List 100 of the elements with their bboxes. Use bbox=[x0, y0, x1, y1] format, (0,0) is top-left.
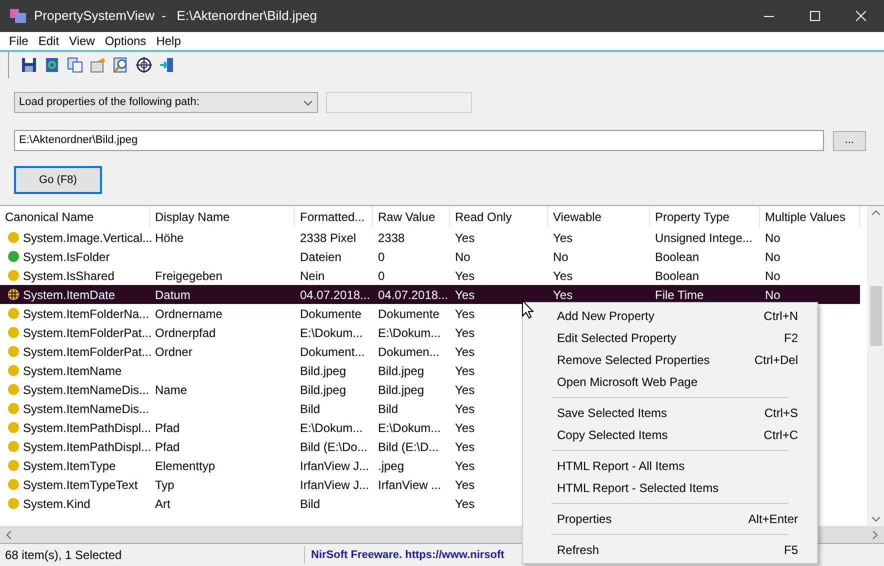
table-row[interactable]: System.IsFolder Dateien 0 No No Boolean No bbox=[0, 247, 860, 266]
path-field[interactable]: E:\Aktenordner\Bild.jpeg bbox=[14, 130, 824, 151]
scroll-thumb[interactable] bbox=[870, 286, 882, 346]
table-cell-text: Yes bbox=[455, 268, 475, 284]
table-cell-text: System.ItemType bbox=[23, 458, 116, 474]
column-header[interactable]: Multiple Values bbox=[760, 206, 860, 228]
table-cell-text: Bild (E:\Do... bbox=[300, 438, 368, 456]
column-header[interactable]: Property Type bbox=[650, 206, 760, 228]
maximize-icon bbox=[810, 11, 820, 21]
table-cell-text: System.ItemTypeText bbox=[23, 476, 138, 494]
scroll-right-icon bbox=[873, 530, 878, 538]
table-cell-text: No bbox=[765, 268, 780, 284]
shortcut-text: Ctrl+C bbox=[764, 427, 798, 444]
properties-icon[interactable] bbox=[90, 57, 106, 73]
table-cell-text: Yes bbox=[455, 438, 475, 456]
table-cell-text: Yes bbox=[455, 362, 475, 380]
table-row[interactable]: System.IsShared Freigegeben Nein 0 Yes Yes Boolean No bbox=[0, 266, 860, 285]
menu-item[interactable]: Edit bbox=[33, 32, 64, 50]
column-header[interactable]: Raw Value bbox=[373, 206, 450, 228]
table-cell-text: Bild.jpeg bbox=[378, 382, 424, 398]
table-cell-text: Pfad bbox=[155, 420, 180, 436]
table-cell-text: Yes bbox=[455, 306, 475, 322]
close-icon bbox=[856, 11, 866, 21]
save-icon[interactable] bbox=[21, 57, 37, 73]
browse-button[interactable]: ... bbox=[833, 130, 866, 150]
column-header[interactable]: Canonical Name bbox=[0, 206, 150, 228]
scroll-down-icon bbox=[872, 517, 880, 522]
table-cell-text: Yes bbox=[455, 286, 475, 304]
table-cell-text: Yes bbox=[553, 268, 573, 284]
menu-item[interactable]: Help bbox=[151, 32, 186, 50]
table-cell-text: Ordner bbox=[155, 344, 192, 360]
shortcut-text: F2 bbox=[784, 330, 798, 347]
table-cell-text: Yes bbox=[455, 324, 475, 342]
table-cell-text: System.ItemNameDis... bbox=[23, 382, 150, 398]
table-cell-text: Yes bbox=[455, 382, 475, 398]
website-link[interactable]: NirSoft Freeware. https://www.nirsoft bbox=[305, 546, 504, 564]
table-cell-text: E:\Dokum... bbox=[300, 420, 363, 436]
table-row[interactable]: System.ItemFolderNa... Ordnername Dokumente Dokumente Yes bbox=[0, 304, 548, 323]
table-cell-text: Yes bbox=[553, 230, 573, 246]
table-cell-text: Yes bbox=[455, 420, 475, 436]
table-cell-text: Bild bbox=[300, 400, 320, 418]
table-cell-text: E:\Dokum... bbox=[300, 324, 363, 342]
copy-icon[interactable] bbox=[67, 57, 83, 73]
table-cell-text: Ordnerpfad bbox=[155, 324, 216, 342]
table-cell-text: Bild.jpeg bbox=[300, 362, 346, 380]
table-cell-text: 0 bbox=[378, 268, 385, 284]
table-cell-text: .jpeg bbox=[378, 458, 404, 474]
refresh-icon[interactable] bbox=[44, 57, 60, 73]
table-cell-text: Dateien bbox=[300, 248, 342, 266]
column-header[interactable]: Formatted... bbox=[295, 206, 373, 228]
table-cell-text: System.IsShared bbox=[23, 268, 114, 284]
table-cell-text: System.ItemName bbox=[23, 362, 122, 380]
table-cell-text: No bbox=[765, 230, 780, 246]
door-icon[interactable] bbox=[159, 57, 175, 73]
table-cell-text: System.ItemPathDispl... bbox=[23, 438, 152, 456]
table-cell-text: System.Image.Vertical... bbox=[23, 230, 152, 246]
shortcut-text: F5 bbox=[784, 542, 798, 559]
shortcut-text: Alt+Enter bbox=[748, 511, 798, 528]
table-cell-text: System.ItemFolderPat... bbox=[23, 344, 152, 360]
table-cell-text: No bbox=[765, 248, 780, 266]
table-cell-text: Bild.jpeg bbox=[378, 362, 424, 380]
table-cell-text: IrfanView J... bbox=[300, 458, 370, 474]
scroll-up-icon bbox=[872, 210, 880, 215]
table-cell-text: File Time bbox=[655, 286, 704, 304]
search-icon[interactable] bbox=[113, 57, 129, 73]
crosshair-icon[interactable] bbox=[136, 57, 152, 73]
table-row[interactable]: System.ItemDate Datum 04.07.2018... 04.07.2018... Yes Yes File Time No bbox=[0, 285, 860, 304]
menu-item[interactable]: Refresh F5 bbox=[523, 539, 817, 561]
table-cell-text: Yes bbox=[455, 344, 475, 360]
table-cell-text: No bbox=[553, 248, 568, 266]
table-cell-text: 04.07.2018... bbox=[378, 286, 448, 304]
go-button[interactable]: Go (F8) bbox=[14, 166, 102, 194]
table-cell-text: Typ bbox=[155, 476, 174, 494]
table-cell-text: Dokumente bbox=[300, 306, 362, 322]
table-cell-text: Dokumen... bbox=[378, 344, 440, 360]
table-cell-text: E:\Dokum... bbox=[378, 324, 441, 342]
status-text: 68 item(s), 1 Selected bbox=[0, 546, 305, 564]
menu-item[interactable]: Options bbox=[100, 32, 152, 50]
table-cell-text: 0 bbox=[378, 248, 385, 266]
table-cell-text: Freigegeben bbox=[155, 268, 222, 284]
menu-item[interactable]: View bbox=[64, 32, 100, 50]
column-header[interactable]: Viewable bbox=[548, 206, 650, 228]
table-cell-text: 2338 bbox=[378, 230, 405, 246]
column-header[interactable]: Display Name bbox=[150, 206, 295, 228]
table-cell-text: System.ItemPathDispl... bbox=[23, 420, 152, 436]
table-cell-text: Yes bbox=[455, 458, 475, 474]
table-cell-text: Dokument... bbox=[300, 344, 365, 360]
table-cell-text: No bbox=[455, 248, 470, 266]
column-header[interactable]: Read Only bbox=[450, 206, 548, 228]
table-cell-text: System.ItemDate bbox=[23, 286, 116, 304]
mode-dropdown[interactable]: Load properties of the following path: bbox=[14, 92, 318, 113]
table-row[interactable]: System.Image.Vertical... Höhe 2338 Pixel 2338 Yes Yes Unsigned Intege... No bbox=[0, 228, 860, 247]
table-cell-text: System.Kind bbox=[23, 496, 90, 512]
menu-item[interactable]: File bbox=[4, 32, 34, 50]
table-cell-text: Name bbox=[155, 382, 188, 398]
table-cell-text: Dokumente bbox=[378, 306, 440, 322]
shortcut-text: Ctrl+S bbox=[764, 405, 798, 422]
table-cell-text: Yes bbox=[553, 286, 573, 304]
vertical-scrollbar[interactable] bbox=[867, 206, 884, 526]
app-icon bbox=[10, 9, 26, 23]
